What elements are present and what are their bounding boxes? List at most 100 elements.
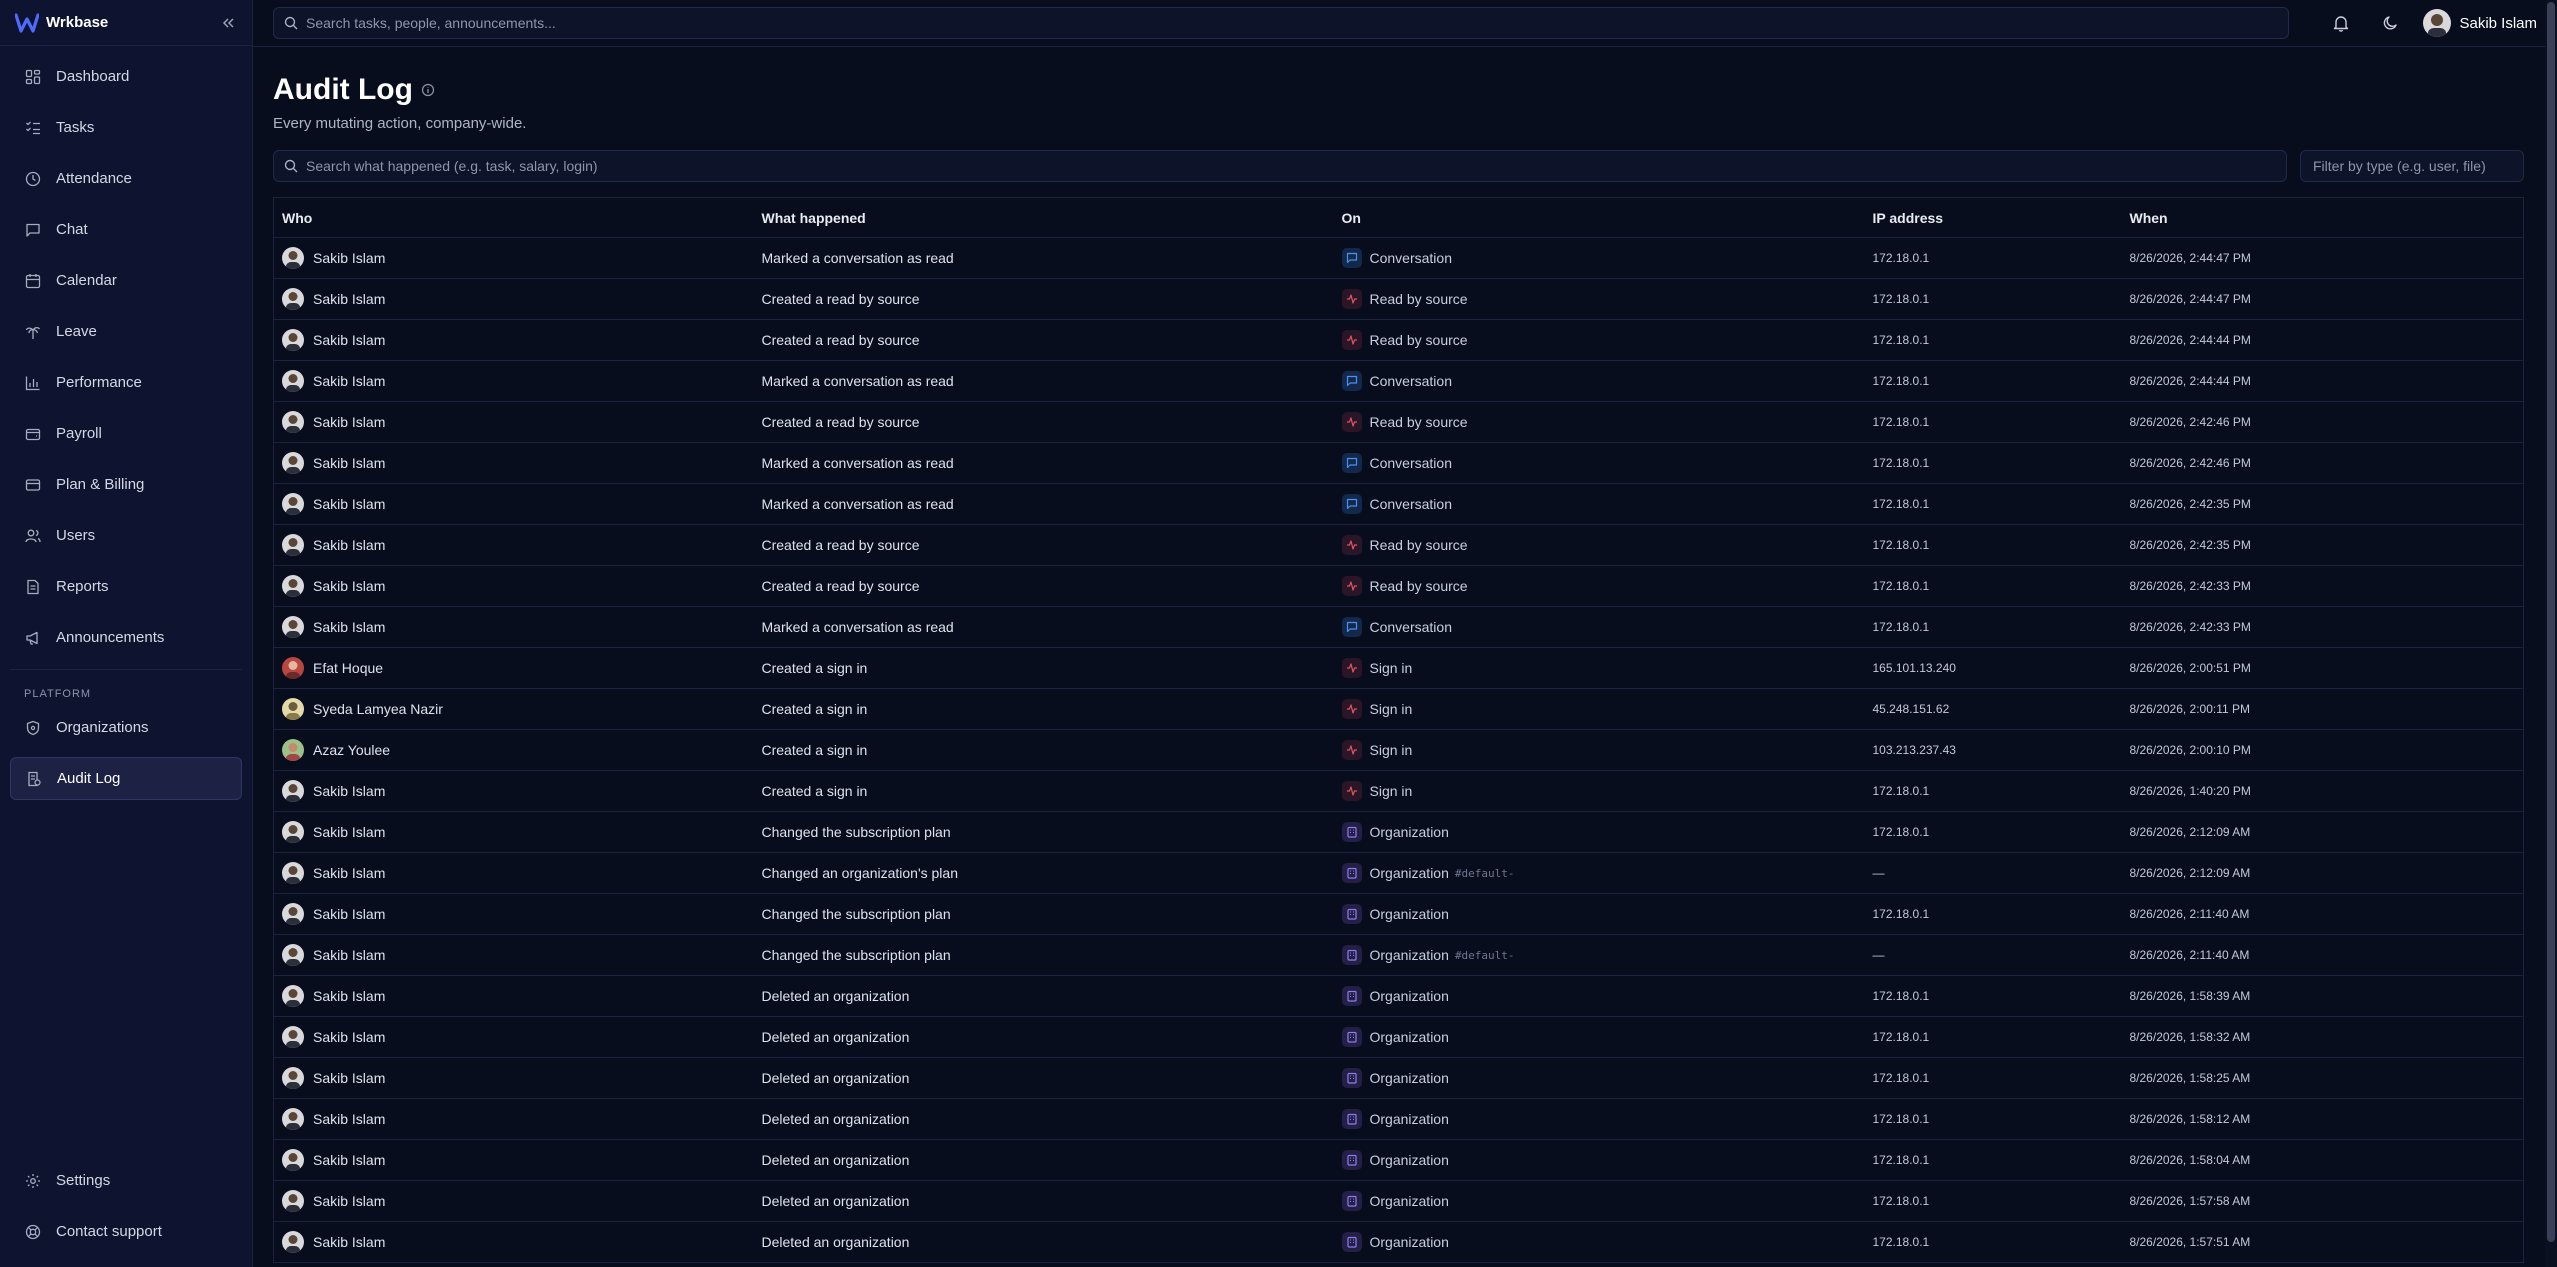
- sidebar-item-plan-billing[interactable]: Plan & Billing: [10, 463, 242, 506]
- cell-on: Organization: [1334, 1222, 1865, 1263]
- column-header-what[interactable]: What happened: [753, 197, 1334, 238]
- moon-icon[interactable]: [2373, 5, 2409, 41]
- who-name: Sakib Islam: [313, 455, 386, 471]
- table-row[interactable]: Sakib Islam Created a read by source Read …: [273, 566, 2524, 607]
- table-row[interactable]: Sakib Islam Created a read by source Read …: [273, 402, 2524, 443]
- cell-on: Read by source: [1334, 279, 1865, 320]
- avatar: [282, 739, 304, 761]
- cell-when: 8/26/2026, 2:11:40 AM: [2129, 907, 2250, 921]
- table-row[interactable]: Sakib Islam Marked a conversation as read…: [273, 361, 2524, 402]
- avatar: [282, 1190, 304, 1212]
- chat-bubble-icon: [1341, 248, 1362, 268]
- sidebar: Wrkbase Dashboard Tasks Attendance Chat Cale…: [0, 0, 253, 1267]
- table-row[interactable]: Sakib Islam Created a sign in Sign in 172.1…: [273, 771, 2524, 812]
- wrkbase-logo-icon[interactable]: [14, 10, 40, 36]
- table-row[interactable]: Sakib Islam Deleted an organization Organi…: [273, 976, 2524, 1017]
- sidebar-item-label: Plan & Billing: [56, 476, 145, 493]
- avatar: [282, 329, 304, 351]
- users-icon: [24, 527, 42, 545]
- sidebar-item-settings[interactable]: Settings: [10, 1159, 242, 1202]
- cell-ip: 172.18.0.1: [1872, 579, 1930, 593]
- avatar: [282, 1108, 304, 1130]
- cell-who: Syeda Lamyea Nazir: [274, 689, 754, 730]
- table-row[interactable]: Sakib Islam Changed the subscription plan…: [273, 894, 2524, 935]
- table-row[interactable]: Sakib Islam Created a read by source Read …: [273, 525, 2524, 566]
- cell-who: Sakib Islam: [274, 238, 754, 279]
- sidebar-item-payroll[interactable]: Payroll: [10, 412, 242, 455]
- cell-on: Conversation: [1334, 607, 1865, 648]
- column-header-when[interactable]: When: [2121, 197, 2524, 238]
- sidebar-item-performance[interactable]: Performance: [10, 361, 242, 404]
- table-row[interactable]: Sakib Islam Deleted an organization Organi…: [273, 1099, 2524, 1140]
- table-row[interactable]: Sakib Islam Changed an organization's pla…: [273, 853, 2524, 894]
- collapse-sidebar-icon[interactable]: [216, 11, 240, 35]
- sidebar-item-attendance[interactable]: Attendance: [10, 157, 242, 200]
- activity-icon: [1341, 740, 1362, 760]
- sidebar-item-users[interactable]: Users: [10, 514, 242, 557]
- on-target: Conversation: [1341, 617, 1865, 637]
- table-row[interactable]: Sakib Islam Deleted an organization Organi…: [273, 1017, 2524, 1058]
- sidebar-item-organizations[interactable]: Organizations: [10, 706, 242, 749]
- cell-on: Organization: [1334, 812, 1865, 853]
- table-row[interactable]: Sakib Islam Created a read by source Read …: [273, 279, 2524, 320]
- sidebar-item-contact-support[interactable]: Contact support: [10, 1210, 242, 1253]
- table-row[interactable]: Syeda Lamyea Nazir Created a sign in Sign …: [273, 689, 2524, 730]
- table-row[interactable]: Sakib Islam Marked a conversation as read…: [273, 484, 2524, 525]
- on-target: Conversation: [1341, 371, 1865, 391]
- sidebar-item-label: Leave: [56, 323, 97, 340]
- table-row[interactable]: Efat Hoque Created a sign in Sign in 165.10…: [273, 648, 2524, 689]
- bell-icon[interactable]: [2323, 5, 2359, 41]
- cell-on: Organization: [1334, 1099, 1865, 1140]
- main-area: Search tasks, people, announcements... S…: [253, 0, 2557, 1267]
- cell-what: Created a read by source: [761, 537, 920, 553]
- cell-on: Organization: [1334, 1140, 1865, 1181]
- on-label: Conversation: [1369, 250, 1453, 266]
- table-row[interactable]: Sakib Islam Changed the subscription plan…: [273, 812, 2524, 853]
- on-label: Read by source: [1369, 578, 1468, 594]
- table-row[interactable]: Sakib Islam Deleted an organization Organi…: [273, 1058, 2524, 1099]
- cell-what: Marked a conversation as read: [761, 455, 954, 471]
- who: Sakib Islam: [282, 985, 754, 1007]
- global-search-input[interactable]: Search tasks, people, announcements...: [273, 7, 2290, 39]
- sidebar-item-tasks[interactable]: Tasks: [10, 106, 242, 149]
- sidebar-item-leave[interactable]: Leave: [10, 310, 242, 353]
- table-row[interactable]: Sakib Islam Deleted an organization Organi…: [273, 1181, 2524, 1222]
- table-row[interactable]: Sakib Islam Marked a conversation as read…: [273, 607, 2524, 648]
- table-row[interactable]: Sakib Islam Changed the subscription plan…: [273, 935, 2524, 976]
- search-icon: [284, 159, 298, 173]
- column-header-who[interactable]: Who: [273, 197, 754, 238]
- activity-icon: [1341, 658, 1362, 678]
- type-filter-input[interactable]: Filter by type (e.g. user, file): [2300, 150, 2524, 182]
- table-row[interactable]: Sakib Islam Deleted an organization Organi…: [273, 1222, 2524, 1263]
- audit-log-content: Audit Log Every mutating action, company…: [253, 47, 2557, 1263]
- on-label: Organization: [1369, 1070, 1449, 1086]
- sidebar-item-calendar[interactable]: Calendar: [10, 259, 242, 302]
- scrollbar-thumb[interactable]: [2547, 2, 2555, 1242]
- audit-search-input[interactable]: Search what happened (e.g. task, salary,…: [273, 150, 2287, 182]
- who: Sakib Islam: [282, 493, 754, 515]
- cell-what: Created a sign in: [761, 783, 868, 799]
- column-header-ip[interactable]: IP address: [1864, 197, 2122, 238]
- table-row[interactable]: Sakib Islam Marked a conversation as read…: [273, 443, 2524, 484]
- sidebar-item-reports[interactable]: Reports: [10, 565, 242, 608]
- cell-on: Read by source: [1334, 566, 1865, 607]
- table-row[interactable]: Azaz Youlee Created a sign in Sign in 103.2…: [273, 730, 2524, 771]
- table-row[interactable]: Sakib Islam Deleted an organization Organi…: [273, 1140, 2524, 1181]
- info-icon[interactable]: [421, 83, 435, 97]
- chat-bubble-icon: [1341, 617, 1362, 637]
- page-scrollbar[interactable]: [2545, 0, 2557, 1267]
- activity-icon: [1341, 699, 1362, 719]
- cell-what: Created a sign in: [761, 742, 868, 758]
- table-row[interactable]: Sakib Islam Created a read by source Read …: [273, 320, 2524, 361]
- sidebar-item-chat[interactable]: Chat: [10, 208, 242, 251]
- user-menu[interactable]: Sakib Islam: [2423, 9, 2537, 37]
- table-row[interactable]: Sakib Islam Marked a conversation as read…: [273, 238, 2524, 279]
- sidebar-divider: [10, 669, 242, 670]
- megaphone-icon: [24, 629, 42, 647]
- who: Efat Hoque: [282, 657, 754, 679]
- column-header-on[interactable]: On: [1333, 197, 1865, 238]
- cell-ip: 172.18.0.1: [1872, 1071, 1930, 1085]
- sidebar-item-dashboard[interactable]: Dashboard: [10, 55, 242, 98]
- sidebar-item-audit-log[interactable]: Audit Log: [10, 757, 242, 800]
- sidebar-item-announcements[interactable]: Announcements: [10, 616, 242, 659]
